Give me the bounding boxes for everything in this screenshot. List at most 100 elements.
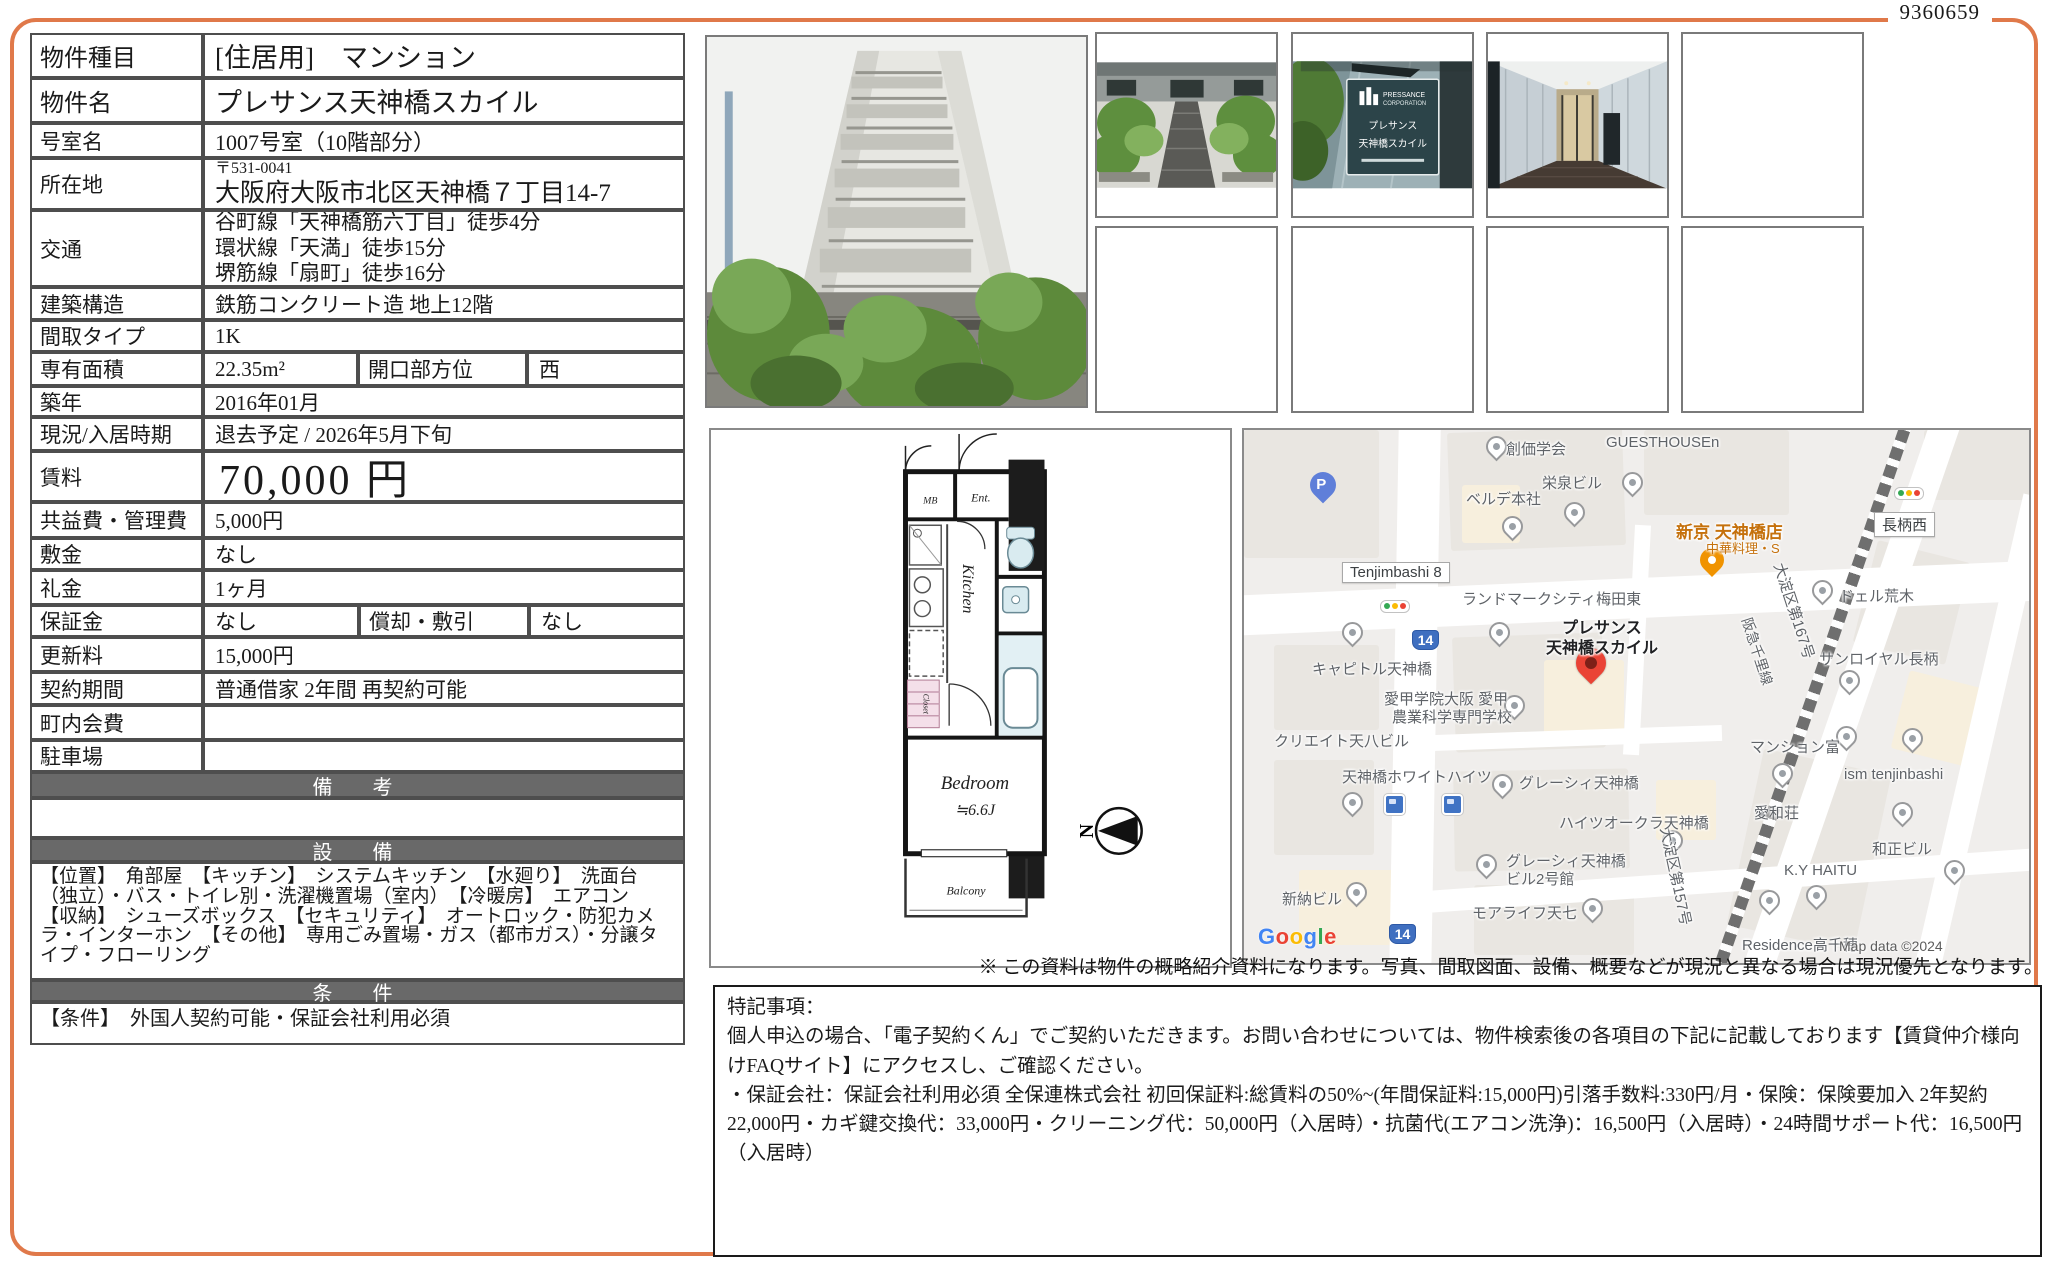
photo-lobby-corridor — [1486, 32, 1669, 218]
table-row: 更新料 15,000円 — [30, 637, 685, 672]
row-value — [203, 705, 685, 740]
route-14-shield: 14 — [1389, 924, 1416, 944]
parking-letter: P — [1316, 476, 1326, 493]
google-logo: Google — [1258, 924, 1337, 950]
floor-plan: MB Ent. Kitchen Closet Bedroom ≒6.6J Bal… — [709, 428, 1232, 968]
map-label: マンション富 — [1750, 736, 1840, 757]
section-remarks: 備 考 — [30, 772, 685, 798]
property-datasheet: 9360659 物件種目 [住居用] マンション 物件名 プレサンス天神橋スカイ… — [0, 0, 2056, 1265]
row-label: 物件種目 — [30, 33, 203, 78]
map-label-property: 天神橋スカイル — [1546, 634, 1658, 658]
rent-value: 70,000 円 — [203, 451, 685, 502]
row-label: 現況/入居時期 — [30, 417, 203, 451]
map-label: ハイツオークラ天神橋 — [1559, 812, 1709, 833]
row-value — [203, 740, 685, 772]
row-value: 5,000円 — [203, 502, 685, 538]
photo-frame-empty — [1486, 226, 1669, 413]
map-block — [1244, 430, 1379, 558]
row-label: 築年 — [30, 386, 203, 417]
row-value: 2016年01月 — [203, 386, 685, 417]
row-label: 賃料 — [30, 451, 203, 502]
row-label-2: 償却・敷引 — [359, 605, 529, 637]
row-value: なし — [203, 538, 685, 570]
address: 大阪府大阪市北区天神橋７丁目14-7 — [215, 179, 611, 209]
table-row: 礼金 1ヶ月 — [30, 570, 685, 605]
row-label: 建築構造 — [30, 287, 203, 320]
map-label: 和正ビル — [1872, 838, 1932, 859]
row-label: 所在地 — [30, 158, 203, 210]
map-pin — [1888, 798, 1918, 828]
fp-kitchen-label: Kitchen — [959, 563, 976, 613]
photo-building-exterior — [705, 35, 1088, 408]
map-label: ドェル荒木 — [1839, 585, 1914, 606]
corridor-photo-image — [1488, 61, 1667, 188]
map-label: モアライフ天七 — [1472, 902, 1577, 923]
table-row: 号室名 1007号室（10階部分） — [30, 123, 685, 158]
table-row: 間取タイプ 1K — [30, 320, 685, 352]
remarks-empty — [30, 798, 685, 838]
map-label: キャピトル天神橋 — [1312, 658, 1432, 679]
fp-north-label: N — [1076, 823, 1098, 838]
transport-line: 谷町線「天神橋筋六丁目」徒歩4分 — [215, 210, 541, 236]
sign-photo-image: PRESSANCE CORPORATION プレサンス 天神橋スカイル — [1293, 61, 1472, 188]
map-area-label: 長柄西 — [1874, 512, 1935, 537]
row-value: 普通借家 2年間 再契約可能 — [203, 672, 685, 705]
row-value: 15,000円 — [203, 637, 685, 672]
table-row: 賃料 70,000 円 — [30, 451, 685, 502]
fp-size-label: ≒6.6J — [955, 802, 996, 819]
table-row: 現況/入居時期 退去予定 / 2026年5月下旬 — [30, 417, 685, 451]
section-conditions: 条 件 — [30, 980, 685, 1002]
row-label: 礼金 — [30, 570, 203, 605]
disclaimer-note: ※ この資料は物件の概略紹介資料になります。写真、間取図面、設備、概要などが現況… — [979, 952, 2043, 979]
building-photo-image — [707, 37, 1086, 406]
photo-frame-empty — [1291, 226, 1474, 413]
photo-frame-empty — [1095, 226, 1278, 413]
row-label: 交通 — [30, 210, 203, 287]
special-notes-title: 特記事項： — [727, 993, 2028, 1022]
sign-brand-1: PRESSANCE — [1383, 92, 1426, 99]
route-number: 14 — [1395, 926, 1411, 942]
photo-frame-empty — [1681, 32, 1864, 218]
route-number: 14 — [1418, 632, 1434, 648]
row-label: 契約期間 — [30, 672, 203, 705]
map-label: サンロイヤル長柄 — [1819, 648, 1939, 669]
photo-frame-empty — [1681, 226, 1864, 413]
row-label: 更新料 — [30, 637, 203, 672]
table-row: 専有面積 22.35m² 開口部方位 西 — [30, 352, 685, 386]
row-value: 1007号室（10階部分） — [203, 123, 685, 158]
row-value: 22.35m² — [203, 352, 358, 386]
floor-plan-drawing: MB Ent. Kitchen Closet Bedroom ≒6.6J Bal… — [711, 430, 1230, 966]
bus-stop-icon — [1442, 794, 1463, 815]
sign-line-2: 天神橋スカイル — [1359, 137, 1428, 150]
bus-stop-icon — [1384, 794, 1405, 815]
map-area-label: Tenjimbashi 8 — [1342, 562, 1450, 583]
map-label: 新納ビル — [1282, 888, 1342, 909]
sign-brand-2: CORPORATION — [1383, 101, 1426, 107]
row-value: プレサンス天神橋スカイル — [203, 78, 685, 123]
fp-closet-label: Closet — [921, 694, 930, 715]
table-row: 建築構造 鉄筋コンクリート造 地上12階 — [30, 287, 685, 320]
special-notes-para: 個人申込の場合、「電子契約くん」でご契約いただきます。お問い合わせについては、物… — [727, 1022, 2028, 1081]
map-label: ランドマークシティ梅田東 — [1462, 588, 1641, 609]
postal-code: 〒531-0041 — [215, 159, 292, 178]
transport-line: 環状線「天満」徒歩15分 — [215, 236, 446, 262]
property-table: 物件種目 [住居用] マンション 物件名 プレサンス天神橋スカイル 号室名 10… — [30, 33, 685, 1045]
map-label: 創価学会 — [1506, 438, 1566, 459]
row-value: 1K — [203, 320, 685, 352]
table-row: 契約期間 普通借家 2年間 再契約可能 — [30, 672, 685, 705]
map-label: ism tenjinbashi — [1844, 766, 1943, 783]
row-label: 物件名 — [30, 78, 203, 123]
map-label: K.Y HAITU — [1784, 862, 1857, 879]
route-14-shield: 14 — [1412, 630, 1439, 650]
row-label: 共益費・管理費 — [30, 502, 203, 538]
row-label: 専有面積 — [30, 352, 203, 386]
fp-bedroom-label: Bedroom — [941, 773, 1009, 794]
conditions-text: 【条件】 外国人契約可能・保証会社利用必須 — [30, 1002, 685, 1045]
special-notes: 特記事項： 個人申込の場合、「電子契約くん」でご契約いただきます。お問い合わせに… — [713, 985, 2042, 1257]
row-value: 1ヶ月 — [203, 570, 685, 605]
document-id: 9360659 — [1888, 0, 1993, 25]
map-label: クリエイト天八ビル — [1274, 730, 1409, 751]
table-row: 物件名 プレサンス天神橋スカイル — [30, 78, 685, 123]
table-row: 所在地 〒531-0041 大阪府大阪市北区天神橋７丁目14-7 — [30, 158, 685, 210]
row-value: [住居用] マンション — [203, 33, 685, 78]
